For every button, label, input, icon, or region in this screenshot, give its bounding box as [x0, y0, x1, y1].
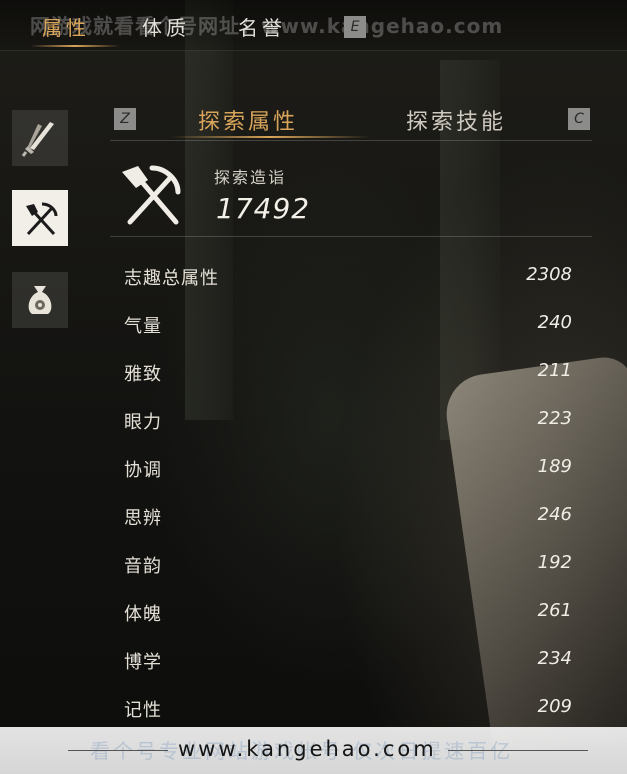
divider	[110, 236, 592, 237]
stat-name: 博学	[124, 652, 162, 673]
stat-name: 气量	[124, 316, 162, 337]
subtab-explore-attributes[interactable]: 探索属性	[198, 104, 298, 136]
sword-icon	[21, 122, 54, 157]
stat-value: 240	[537, 312, 572, 333]
explore-attributes-panel: Z 探索属性 探索技能 C 探索造诣 17492 志趣总属性 2308 气量 2…	[110, 98, 592, 728]
stat-name: 协调	[124, 460, 162, 481]
side-nav-explore[interactable]	[12, 190, 68, 246]
stat-row: 体魄 261	[124, 600, 572, 630]
divider	[110, 140, 592, 141]
active-tab-underline	[30, 45, 120, 47]
tab-attributes[interactable]: 属性	[42, 12, 90, 41]
stat-value: 189	[537, 456, 572, 477]
subtab-explore-skills[interactable]: 探索技能	[406, 104, 506, 136]
stat-value: 223	[537, 408, 572, 429]
watermark-banner: 看个号专业网站游戏帐号 仅次日提速百亿 www.kangehao.com	[0, 727, 627, 774]
watermark-url: www.kangehao.com	[178, 737, 437, 761]
stat-row: 雅致 211	[124, 360, 572, 390]
stat-name: 思辨	[124, 508, 162, 529]
stat-row: 博学 234	[124, 648, 572, 678]
money-bag-icon	[28, 286, 52, 314]
tab-reputation[interactable]: 名誉	[238, 12, 286, 41]
divider	[448, 750, 588, 751]
stat-value: 209	[537, 696, 572, 717]
stat-row-total: 志趣总属性 2308	[124, 264, 572, 294]
next-subtab-key-hint: C	[568, 108, 590, 130]
divider	[68, 750, 168, 751]
stat-value: 192	[537, 552, 572, 573]
stat-name: 记性	[124, 700, 162, 721]
stat-row: 思辨 246	[124, 504, 572, 534]
stat-name: 雅致	[124, 364, 162, 385]
tab-constitution[interactable]: 体质	[142, 12, 190, 41]
stat-value: 211	[537, 360, 572, 381]
shovel-pickaxe-icon	[122, 165, 181, 225]
active-subtab-underline	[170, 136, 370, 138]
shovel-pickaxe-icon	[26, 202, 58, 236]
stat-row: 气量 240	[124, 312, 572, 342]
next-tab-key-hint: E	[344, 16, 366, 38]
stat-name: 眼力	[124, 412, 162, 433]
stat-value: 246	[537, 504, 572, 525]
side-nav-wealth[interactable]	[12, 272, 68, 328]
stat-row: 音韵 192	[124, 552, 572, 582]
stat-value: 261	[537, 600, 572, 621]
explore-mastery-label: 探索造诣	[214, 168, 287, 187]
stat-value: 234	[537, 648, 572, 669]
stat-value: 2308	[526, 264, 572, 285]
side-nav-combat[interactable]	[12, 110, 68, 166]
stat-name: 音韵	[124, 556, 162, 577]
stat-row: 记性 209	[124, 696, 572, 726]
stat-row: 协调 189	[124, 456, 572, 486]
stat-name: 体魄	[124, 604, 162, 625]
prev-subtab-key-hint: Z	[114, 108, 136, 130]
explore-mastery-value: 17492	[216, 192, 311, 225]
stat-name: 志趣总属性	[124, 268, 219, 289]
top-tab-bar: 网游戏就看看个号网址：www.kangehao.com 属性 体质 名誉 E	[0, 0, 627, 51]
stat-row: 眼力 223	[124, 408, 572, 438]
